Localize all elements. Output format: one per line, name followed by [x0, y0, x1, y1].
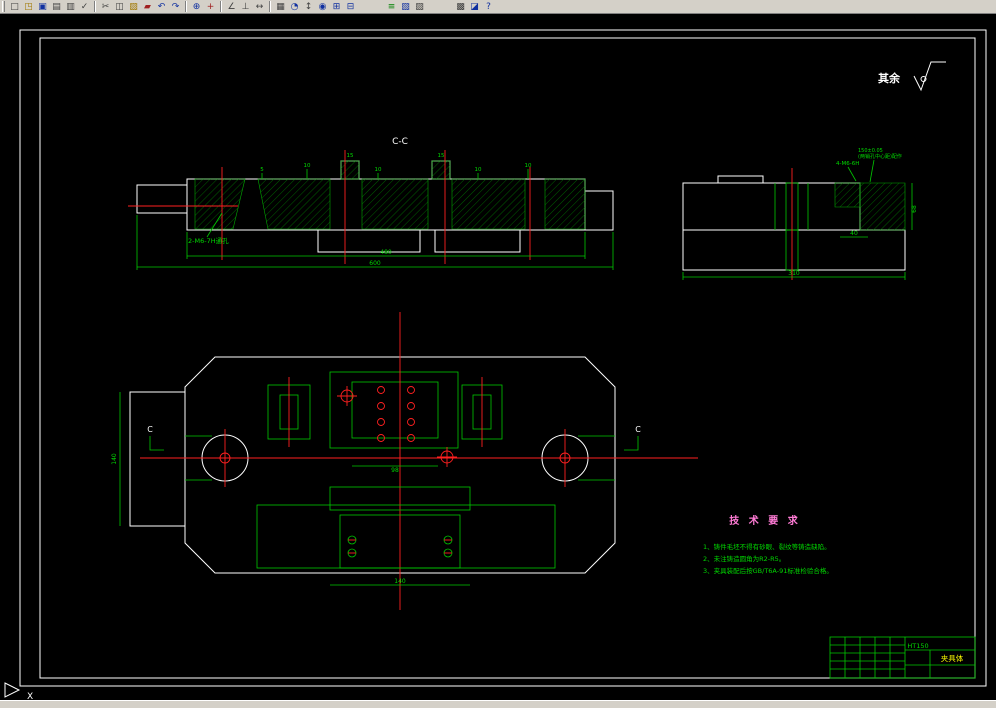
svg-text:140: 140 [111, 453, 118, 465]
section-top-dims: 5 10 15 10 15 10 10 [260, 153, 532, 179]
toolbar-properties-button[interactable]: ▩ [454, 0, 467, 13]
toolbar-ucs-button[interactable]: ⊥ [239, 0, 252, 13]
svg-text:10: 10 [525, 163, 532, 169]
toolbar-zoom-window-button[interactable]: ⊞ [330, 0, 343, 13]
svg-text:310: 310 [788, 270, 800, 277]
svg-text:140: 140 [394, 578, 406, 585]
toolbar-distance-button[interactable]: ↔ [253, 0, 266, 13]
status-bar [0, 700, 996, 708]
toolbar-copy-button[interactable]: ◫ [113, 0, 126, 13]
title-block: HT150 夹具体 [829, 636, 976, 679]
toolbar-undo-button[interactable]: ↶ [155, 0, 168, 13]
svg-text:98: 98 [391, 467, 399, 474]
toolbar-3d-orbit-button[interactable]: ◔ [288, 0, 301, 13]
toolbar-separator [94, 1, 96, 12]
toolbar-object-snap-button[interactable]: ∠ [225, 0, 238, 13]
section-view-cc: C-C 5 10 15 10 15 10 10 2-M6-7H通孔 480 60… [128, 137, 614, 270]
toolbar-save-button[interactable]: ▣ [36, 0, 49, 13]
toolbar-separator [220, 1, 222, 12]
drawing-canvas[interactable]: 其余 C-C 5 10 15 10 15 10 10 2-M6-7H通孔 480… [0, 14, 996, 700]
surface-finish-label: 其余 [878, 71, 901, 85]
toolbar-separator [185, 1, 187, 12]
toolbar-layers-button[interactable]: ≡ [385, 0, 398, 13]
toolbar-cut-button[interactable]: ✂ [99, 0, 112, 13]
toolbar-pan-realtime-button[interactable]: ↕ [302, 0, 315, 13]
toolbar-print-preview-button[interactable]: ▥ [64, 0, 77, 13]
toolbar-gap [358, 6, 384, 7]
roughness-icon [913, 61, 946, 92]
toolbar-help-button[interactable]: ? [482, 0, 495, 13]
thread-leader-note: 2-M6-7H通孔 [188, 236, 229, 245]
plan-view: 98 140 140 C C [111, 312, 698, 610]
svg-text:480: 480 [380, 249, 392, 256]
svg-text:15: 15 [347, 153, 354, 159]
toolbar-insert-hyperlink-button[interactable]: ⊕ [190, 0, 203, 13]
toolbar-grip[interactable] [2, 1, 5, 12]
surface-finish-note: 其余 [878, 61, 946, 92]
tech-requirement-item: 3、夹具装配后按GB/T6A-91标准检验合格。 [703, 566, 833, 575]
section-label: C-C [392, 137, 408, 147]
toolbar-named-views-button[interactable]: ▦ [274, 0, 287, 13]
part-name-label: 夹具体 [941, 653, 964, 663]
ucs-x-label: X [27, 692, 33, 700]
toolbar-zoom-previous-button[interactable]: ⊟ [344, 0, 357, 13]
toolbar-designcenter-button[interactable]: ◪ [468, 0, 481, 13]
svg-text:10: 10 [375, 167, 382, 173]
toolbar-match-properties-button[interactable]: ▰ [141, 0, 154, 13]
toolbar: □ ◳ ▣ ▤ ▥ ✓ ✂ ◫ ▨ ▰ ↶ ↷ ⊕ + ∠ ⊥ ↔ ▦ ◔ ↕ ◉ ⊞ ⊟ ≡ ▧ ▨ ▩ ◪? [0, 0, 996, 14]
toolbar-redo-button[interactable]: ↷ [169, 0, 182, 13]
toolbar-open-button[interactable]: ◳ [22, 0, 35, 13]
tech-requirement-item: 2、未注铸造圆角为R2-R5。 [703, 554, 785, 563]
side-section-view: 4-M6-6H 150±0.05 (两销孔中心距)配作 40 310 68 [682, 148, 918, 280]
tech-requirements: 技 术 要 求 1、铸件毛坯不得有砂眼、裂纹等铸造缺陷。 2、未注铸造圆角为R2… [703, 514, 833, 575]
toolbar-zoom-realtime-button[interactable]: ◉ [316, 0, 329, 13]
svg-text:5: 5 [260, 167, 264, 173]
cut-label-left: C [147, 425, 153, 434]
toolbar-object-color-button[interactable]: ▧ [399, 0, 412, 13]
svg-text:15: 15 [438, 153, 445, 159]
material-label: HT150 [907, 642, 928, 650]
toolbar-gap [427, 6, 453, 7]
cut-label-right: C [635, 425, 641, 434]
toolbar-redraw-button[interactable]: + [204, 0, 217, 13]
svg-text:600: 600 [369, 260, 381, 267]
toolbar-separator [269, 1, 271, 12]
toolbar-spell-check-button[interactable]: ✓ [78, 0, 91, 13]
toolbar-print-button[interactable]: ▤ [50, 0, 63, 13]
svg-text:68: 68 [911, 205, 918, 213]
tech-requirement-item: 1、铸件毛坯不得有砂眼、裂纹等铸造缺陷。 [703, 542, 831, 551]
toolbar-paste-button[interactable]: ▨ [127, 0, 140, 13]
toolbar-new-button[interactable]: □ [8, 0, 21, 13]
svg-text:10: 10 [475, 167, 482, 173]
toolbar-linetype-button[interactable]: ▨ [413, 0, 426, 13]
tap-note: 4-M6-6H [836, 161, 859, 167]
svg-text:10: 10 [304, 163, 311, 169]
fit-note-line2: (两销孔中心距)配作 [858, 153, 902, 160]
tech-requirements-title: 技 术 要 求 [729, 514, 800, 527]
sheet-border [19, 29, 987, 687]
svg-text:40: 40 [850, 230, 858, 237]
